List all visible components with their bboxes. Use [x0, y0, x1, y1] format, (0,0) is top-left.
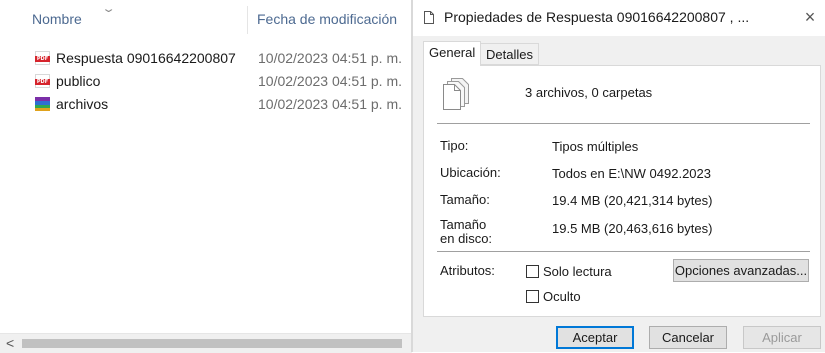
cancel-button[interactable]: Cancelar: [649, 326, 727, 349]
file-row[interactable]: PDF publico 10/02/2023 04:51 p. m.: [0, 72, 412, 92]
file-date: 10/02/2023 04:51 p. m.: [258, 50, 402, 66]
multiple-files-icon: [443, 78, 469, 110]
column-divider[interactable]: [247, 6, 248, 34]
apply-button: Aplicar: [743, 326, 821, 349]
file-row[interactable]: PDF Respuesta 09016642200807 10/02/2023 …: [0, 49, 412, 69]
location-label: Ubicación:: [440, 165, 501, 180]
files-summary: 3 archivos, 0 carpetas: [525, 85, 653, 100]
file-name: publico: [56, 73, 101, 89]
type-label: Tipo:: [440, 138, 469, 153]
file-name: Respuesta 09016642200807: [56, 50, 236, 66]
separator: [437, 123, 810, 124]
file-row[interactable]: archivos 10/02/2023 04:51 p. m.: [0, 95, 412, 115]
properties-dialog: Propiedades de Respuesta 09016642200807 …: [413, 0, 825, 352]
tab-detalles[interactable]: Detalles: [481, 43, 539, 65]
pdf-file-icon: PDF: [35, 51, 50, 65]
close-icon[interactable]: ×: [797, 5, 823, 29]
rar-archive-icon: [35, 97, 50, 111]
column-header-date[interactable]: Fecha de modificación: [257, 11, 397, 31]
file-explorer-pane: ⌄ Nombre Fecha de modificación PDF Respu…: [0, 0, 412, 353]
dialog-title: Propiedades de Respuesta 09016642200807 …: [444, 9, 750, 25]
file-name: archivos: [56, 96, 109, 112]
size-on-disk-label: Tamaño en disco:: [440, 217, 493, 246]
hidden-checkbox[interactable]: [526, 290, 539, 303]
tab-strip: General Detalles: [413, 36, 825, 66]
read-only-label[interactable]: Solo lectura: [543, 264, 612, 279]
size-label: Tamaño:: [440, 192, 490, 207]
ok-button[interactable]: Aceptar: [556, 326, 634, 349]
size-on-disk-value: 19.5 MB (20,463,616 bytes): [552, 221, 713, 236]
pdf-file-icon: PDF: [35, 74, 50, 88]
attributes-label: Atributos:: [440, 263, 495, 278]
file-date: 10/02/2023 04:51 p. m.: [258, 73, 402, 89]
scroll-left-arrow-icon[interactable]: <: [6, 335, 14, 351]
size-value: 19.4 MB (20,421,314 bytes): [552, 193, 713, 208]
scrollbar-thumb[interactable]: [22, 339, 402, 348]
separator: [437, 251, 810, 252]
column-header-name[interactable]: Nombre: [32, 11, 82, 31]
advanced-options-button[interactable]: Opciones avanzadas...: [673, 259, 809, 282]
read-only-checkbox[interactable]: [526, 265, 539, 278]
sort-chevron-icon[interactable]: ⌄: [101, 2, 116, 15]
horizontal-scrollbar[interactable]: <: [0, 333, 412, 353]
dialog-titlebar[interactable]: Propiedades de Respuesta 09016642200807 …: [413, 0, 825, 36]
type-value: Tipos múltiples: [552, 139, 639, 154]
file-date: 10/02/2023 04:51 p. m.: [258, 96, 402, 112]
location-value: Todos en E:\NW 0492.2023: [552, 166, 711, 181]
hidden-label[interactable]: Oculto: [543, 289, 581, 304]
multiple-files-icon: [424, 11, 434, 24]
tab-general[interactable]: General: [423, 41, 482, 66]
